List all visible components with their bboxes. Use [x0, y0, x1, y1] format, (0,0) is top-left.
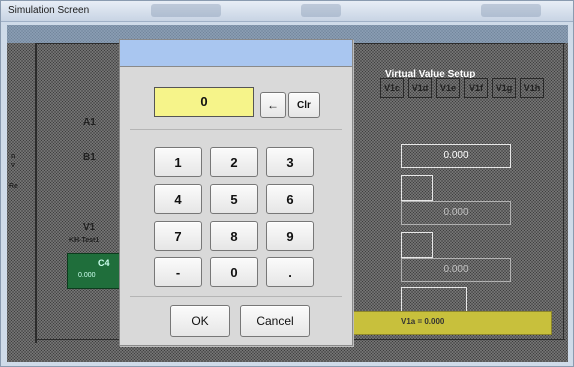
value-field[interactable]: 0.000: [401, 144, 511, 168]
key-minus[interactable]: -: [154, 257, 202, 287]
left-marker-re: Re: [9, 183, 18, 190]
panel-border: [563, 43, 564, 340]
window-title: Simulation Screen: [8, 5, 90, 16]
key-4[interactable]: 4: [154, 184, 202, 214]
channel-tile-c4[interactable]: C4 0.000: [67, 253, 121, 289]
value-field[interactable]: [401, 232, 433, 258]
value-field[interactable]: [401, 287, 467, 313]
cancel-button[interactable]: Cancel: [240, 305, 310, 337]
value-field[interactable]: 0.000: [401, 201, 511, 225]
tile-value: 0.000: [78, 272, 96, 279]
key-0[interactable]: 0: [210, 257, 258, 287]
separator: [130, 296, 342, 297]
keypad-display[interactable]: 0: [154, 87, 254, 117]
key-9[interactable]: 9: [266, 221, 314, 251]
channel-label-v1: V1: [83, 222, 96, 233]
left-marker-v: v: [11, 162, 15, 169]
simulation-window: Simulation Screen A1 B1 V1 KH-Test1 n v …: [0, 0, 574, 367]
key-6[interactable]: 6: [266, 184, 314, 214]
tab-v1g[interactable]: V1g: [492, 78, 516, 98]
clear-button[interactable]: Clr: [288, 92, 320, 118]
titlebar-blur-region: [481, 4, 541, 17]
channel-label-a1: A1: [83, 117, 96, 128]
tile-label: C4: [98, 258, 110, 268]
tab-v1d[interactable]: V1d: [408, 78, 432, 98]
tab-v1f[interactable]: V1f: [464, 78, 488, 98]
separator: [130, 129, 342, 130]
titlebar-blur-region: [301, 4, 341, 17]
value-field[interactable]: [401, 175, 433, 201]
left-marker-n: n: [11, 153, 16, 160]
footer-value: V1a = 0.000: [401, 317, 445, 326]
key-5[interactable]: 5: [210, 184, 258, 214]
dialog-header: [120, 40, 352, 67]
channel-label-b1: B1: [83, 152, 96, 163]
titlebar-blur-region: [151, 4, 221, 17]
tab-v1e[interactable]: V1e: [436, 78, 460, 98]
value-field[interactable]: 0.000: [401, 258, 511, 282]
panel-border: [35, 43, 37, 343]
numeric-keypad-dialog: 0 ← Clr 1 2 3 4 5 6 7 8 9 - 0 . OK Cance…: [119, 39, 353, 346]
backspace-button[interactable]: ←: [260, 92, 286, 118]
key-7[interactable]: 7: [154, 221, 202, 251]
title-bar: Simulation Screen: [1, 1, 573, 22]
tab-v1h[interactable]: V1h: [520, 78, 544, 98]
key-1[interactable]: 1: [154, 147, 202, 177]
key-2[interactable]: 2: [210, 147, 258, 177]
channel-sublabel: KH-Test1: [69, 237, 100, 244]
ok-button[interactable]: OK: [170, 305, 230, 337]
key-8[interactable]: 8: [210, 221, 258, 251]
key-decimal[interactable]: .: [266, 257, 314, 287]
key-3[interactable]: 3: [266, 147, 314, 177]
tab-v1c[interactable]: V1c: [380, 78, 404, 98]
